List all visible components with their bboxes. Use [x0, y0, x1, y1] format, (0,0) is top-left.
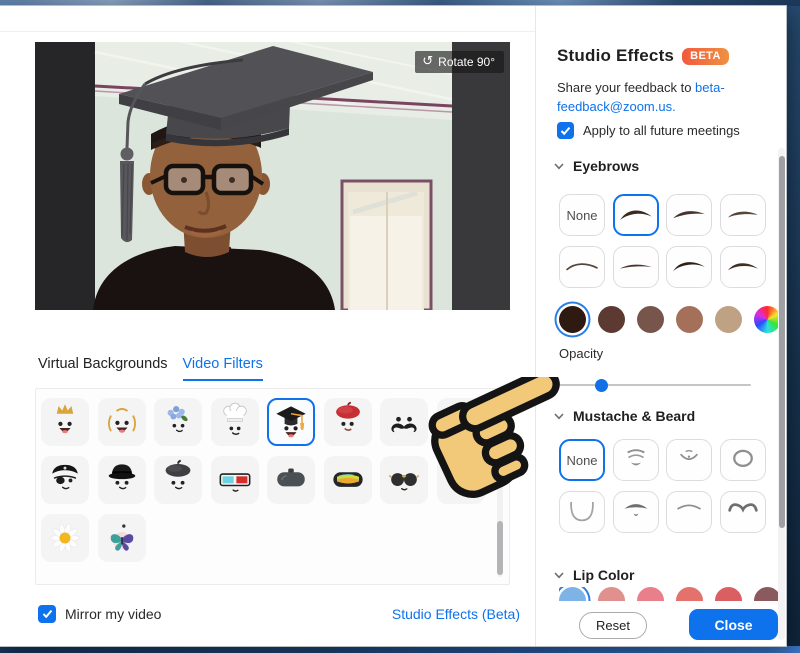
- mustache-style-mustache-soul-patch[interactable]: [613, 491, 659, 533]
- eyebrow-color-2[interactable]: [637, 306, 664, 333]
- opacity-slider[interactable]: [559, 378, 751, 392]
- rotate-90-button[interactable]: ↺ Rotate 90°: [415, 51, 504, 73]
- chevron-down-icon: [554, 163, 564, 170]
- eyebrow-style-straight[interactable]: [613, 246, 659, 288]
- eyebrow-color-1[interactable]: [598, 306, 625, 333]
- filters-scrollbar-thumb[interactable]: [497, 521, 503, 575]
- filter-tile-graduation-cap[interactable]: [267, 398, 315, 446]
- studio-effects-link[interactable]: Studio Effects (Beta): [392, 606, 520, 622]
- filter-tile-bandit[interactable]: [437, 398, 485, 446]
- filter-tile-goggles[interactable]: [324, 456, 372, 504]
- eyebrow-style-rounded[interactable]: [720, 246, 766, 288]
- filter-tile-gray-beret[interactable]: [154, 456, 202, 504]
- lip-color-2[interactable]: [637, 587, 664, 601]
- rotate-label: Rotate 90°: [438, 55, 495, 69]
- beta-badge: BETA: [682, 48, 729, 65]
- tab-video-filters[interactable]: Video Filters: [183, 356, 263, 381]
- zoom-settings-dialog: ×: [0, 6, 786, 646]
- section-mustache-beard[interactable]: Mustache & Beard: [554, 408, 695, 424]
- panel-title: Studio Effects: [557, 46, 674, 66]
- eyebrow-color-4[interactable]: [715, 306, 742, 333]
- lip-color-1[interactable]: [598, 587, 625, 601]
- filter-tile-vr-headset[interactable]: [267, 456, 315, 504]
- section-lip-color[interactable]: Lip Color: [554, 567, 634, 583]
- filters-scrollbar[interactable]: [497, 397, 503, 577]
- filter-tile-mustache[interactable]: [380, 398, 428, 446]
- filter-tile-flower-crown[interactable]: [437, 456, 485, 504]
- video-preview: ↺ Rotate 90°: [35, 42, 510, 310]
- chevron-down-icon: [554, 572, 564, 579]
- mustache-style-circle-beard[interactable]: [720, 439, 766, 481]
- check-icon: [560, 126, 571, 136]
- lip-color-title: Lip Color: [573, 567, 634, 583]
- desktop-taskbar-strip: [0, 646, 800, 653]
- mustache-style-mustache-goatee[interactable]: [613, 439, 659, 481]
- panel-scrollbar-thumb[interactable]: [779, 156, 785, 528]
- feedback-prefix: Share your feedback to: [557, 80, 695, 95]
- apply-label: Apply to all future meetings: [583, 123, 740, 138]
- opacity-slider-thumb[interactable]: [595, 379, 608, 392]
- mustache-style-none[interactable]: None: [559, 439, 605, 481]
- filter-tile-fedora[interactable]: [98, 456, 146, 504]
- mustache-style-thin-mustache[interactable]: [666, 491, 712, 533]
- filter-tile-pirate[interactable]: [41, 456, 89, 504]
- filter-tile-butterfly[interactable]: [98, 514, 146, 562]
- check-icon: [42, 609, 53, 619]
- eyebrow-style-none[interactable]: None: [559, 194, 605, 236]
- mustache-style-chin-strap[interactable]: [559, 491, 605, 533]
- apply-checkbox[interactable]: [557, 122, 574, 139]
- eyebrow-style-thin-arch[interactable]: [559, 246, 605, 288]
- mirror-checkbox[interactable]: [38, 605, 56, 623]
- footer-left: Mirror my video Studio Effects (Beta): [38, 605, 520, 623]
- eyebrow-style-bushy[interactable]: [666, 194, 712, 236]
- rotate-icon: ↺: [422, 56, 433, 68]
- lip-color-swatches-clipped: [559, 587, 781, 601]
- eyebrow-color-0[interactable]: [559, 306, 586, 333]
- mustache-style-handlebar[interactable]: [720, 491, 766, 533]
- opacity-label: Opacity: [559, 346, 603, 361]
- panel-scrollbar[interactable]: [778, 148, 785, 640]
- chevron-down-icon: [554, 413, 564, 420]
- filter-tile-daisy[interactable]: [41, 514, 89, 562]
- eyebrow-style-bold-curved[interactable]: [666, 246, 712, 288]
- eyebrow-style-soft-arch[interactable]: [720, 194, 766, 236]
- reset-button[interactable]: Reset: [579, 612, 647, 639]
- mustache-title: Mustache & Beard: [573, 408, 695, 424]
- section-eyebrows[interactable]: Eyebrows: [554, 158, 639, 174]
- lip-color-0[interactable]: [559, 587, 586, 601]
- mirror-label: Mirror my video: [65, 606, 161, 622]
- eyebrow-style-thick-arched[interactable]: [613, 194, 659, 236]
- eyebrows-title: Eyebrows: [573, 158, 639, 174]
- eyebrow-color-rainbow[interactable]: [754, 306, 781, 333]
- lip-color-5[interactable]: [754, 587, 781, 601]
- opacity-slider-track[interactable]: [559, 384, 751, 386]
- camera-scene: [35, 42, 510, 310]
- filter-tile-sunglasses[interactable]: [380, 456, 428, 504]
- tab-bar: Virtual Backgrounds Video Filters: [38, 356, 263, 381]
- apply-row: Apply to all future meetings: [557, 122, 740, 139]
- feedback-text: Share your feedback to beta-feedback@zoo…: [557, 78, 772, 116]
- filter-tile-chef-hat[interactable]: [211, 398, 259, 446]
- filter-tile-red-beret[interactable]: [324, 398, 372, 446]
- mustache-style-goatee[interactable]: [666, 439, 712, 481]
- close-button[interactable]: Close: [689, 609, 778, 640]
- filter-tile-earrings[interactable]: [98, 398, 146, 446]
- filter-tile-hydrangea[interactable]: [154, 398, 202, 446]
- tab-virtual-backgrounds[interactable]: Virtual Backgrounds: [38, 356, 168, 381]
- filter-tile-3d-glasses[interactable]: [211, 456, 259, 504]
- video-filters-grid: [35, 388, 510, 585]
- filter-tile-crown[interactable]: [41, 398, 89, 446]
- eyebrow-color-3[interactable]: [676, 306, 703, 333]
- lip-color-4[interactable]: [715, 587, 742, 601]
- lip-color-3[interactable]: [676, 587, 703, 601]
- studio-effects-panel: Studio Effects BETA Share your feedback …: [535, 6, 786, 646]
